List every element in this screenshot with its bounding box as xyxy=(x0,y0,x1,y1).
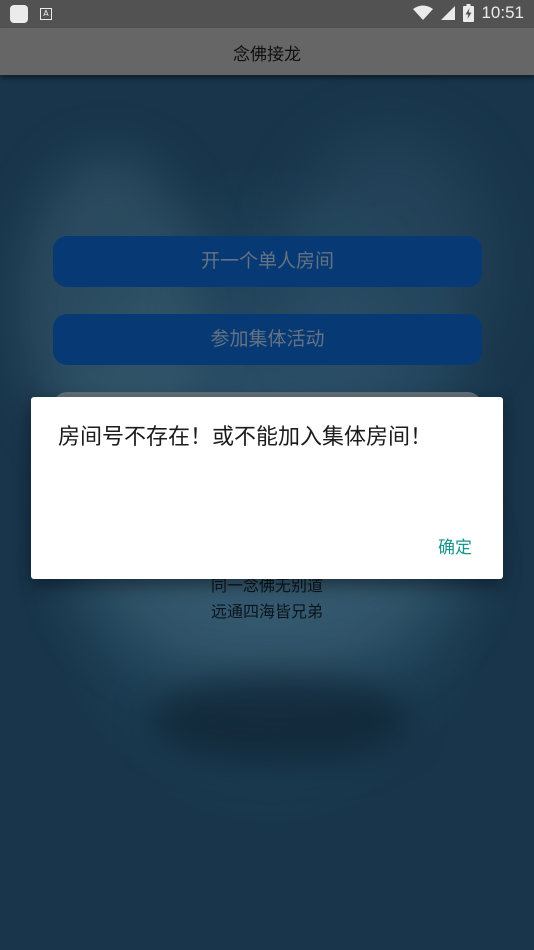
confirm-button[interactable]: 确定 xyxy=(438,533,472,558)
dialog-message: 房间号不存在！或不能加入集体房间！ xyxy=(58,425,433,450)
alert-dialog: 房间号不存在！或不能加入集体房间！ 确定 xyxy=(31,397,503,579)
